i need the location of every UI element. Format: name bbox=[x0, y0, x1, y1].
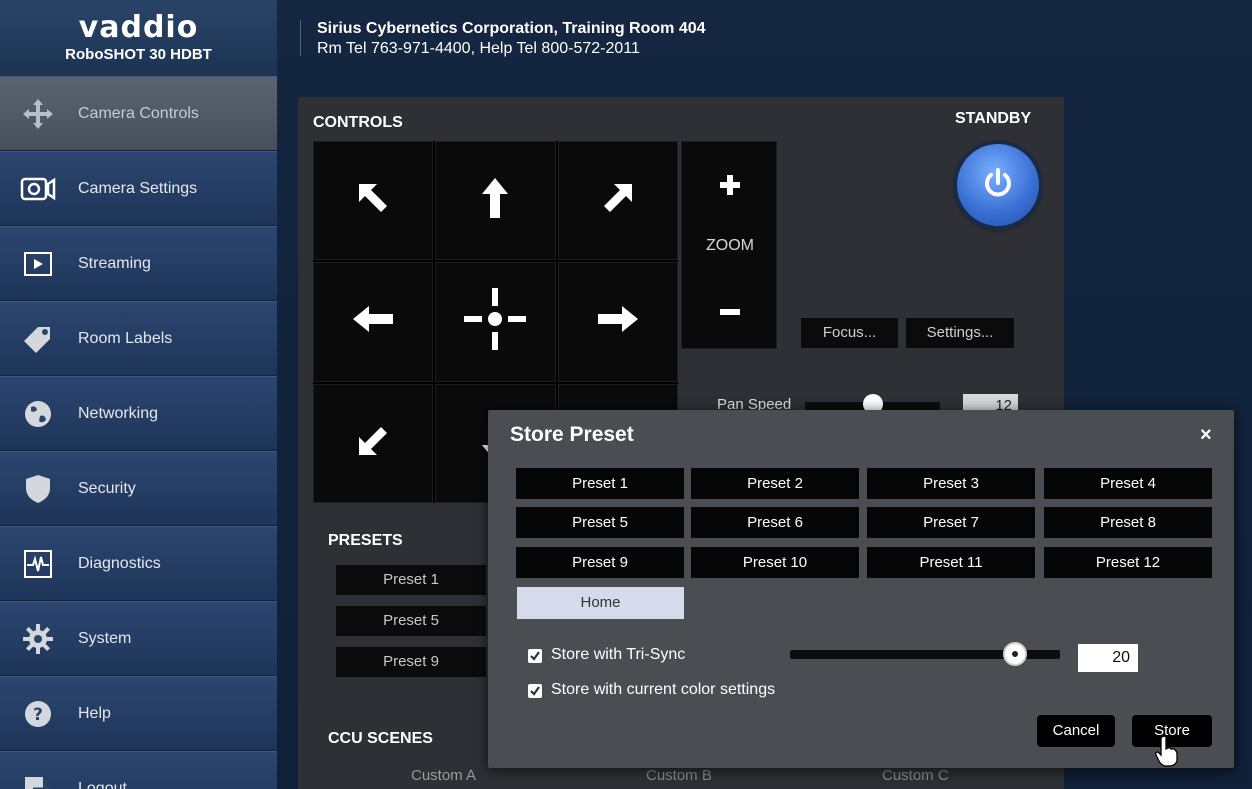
sidebar-item-label: Camera Settings bbox=[78, 179, 198, 197]
sidebar: vaddio RoboSHOT 30 HDBT Camera Controls … bbox=[0, 0, 277, 789]
ccu-custom-a[interactable]: Custom A bbox=[411, 767, 476, 784]
zoom-in-button[interactable] bbox=[682, 152, 778, 222]
sidebar-item-label: Networking bbox=[78, 404, 159, 422]
store-preset-6-button[interactable]: Preset 6 bbox=[691, 507, 859, 538]
pan-right-button[interactable] bbox=[557, 262, 678, 382]
tri-sync-checkbox[interactable] bbox=[528, 649, 542, 663]
sidebar-item-streaming[interactable]: Streaming bbox=[0, 226, 277, 301]
store-preset-1-button[interactable]: Preset 1 bbox=[516, 468, 684, 499]
room-phone-info: Rm Tel 763-971-4400, Help Tel 800-572-20… bbox=[317, 40, 640, 57]
focus-button[interactable]: Focus... bbox=[801, 318, 898, 348]
preset-5-button[interactable]: Preset 5 bbox=[336, 606, 486, 636]
ccu-scenes-title: CCU SCENES bbox=[328, 730, 433, 747]
play-icon bbox=[18, 246, 58, 282]
store-preset-11-button[interactable]: Preset 11 bbox=[867, 547, 1035, 578]
crosshair-icon bbox=[460, 284, 530, 359]
sidebar-item-camera-controls[interactable]: Camera Controls bbox=[0, 76, 277, 151]
cancel-button[interactable]: Cancel bbox=[1037, 715, 1115, 747]
sidebar-item-camera-settings[interactable]: Camera Settings bbox=[0, 151, 277, 226]
room-name: Sirius Cybernetics Corporation, Training… bbox=[317, 20, 706, 37]
arrow-up-right-icon bbox=[598, 178, 638, 223]
arrow-left-icon bbox=[351, 304, 395, 339]
store-preset-12-button[interactable]: Preset 12 bbox=[1044, 547, 1212, 578]
store-preset-9-button[interactable]: Preset 9 bbox=[516, 547, 684, 578]
standby-title: STANDBY bbox=[955, 110, 1032, 127]
logout-icon bbox=[18, 771, 58, 789]
store-home-button[interactable]: Home bbox=[517, 587, 684, 619]
zoom-control: ZOOM bbox=[681, 141, 777, 349]
store-preset-10-button[interactable]: Preset 10 bbox=[691, 547, 859, 578]
shield-icon bbox=[18, 471, 58, 507]
power-icon bbox=[980, 165, 1016, 206]
plus-icon bbox=[719, 174, 741, 201]
page-header: Sirius Cybernetics Corporation, Training… bbox=[300, 0, 1250, 76]
globe-icon bbox=[18, 396, 58, 432]
pan-up-left-button[interactable] bbox=[313, 141, 434, 261]
gear-icon bbox=[18, 621, 58, 657]
sidebar-item-label: Streaming bbox=[78, 254, 151, 272]
preset-1-button[interactable]: Preset 1 bbox=[336, 565, 486, 595]
move-arrows-icon bbox=[18, 96, 58, 132]
sidebar-item-help[interactable]: ? Help bbox=[0, 676, 277, 751]
arrow-down-left-icon bbox=[353, 421, 393, 466]
header-divider bbox=[300, 20, 301, 56]
pan-down-left-button[interactable] bbox=[313, 383, 434, 503]
help-icon: ? bbox=[18, 696, 58, 732]
tri-sync-speed-value[interactable]: 20 bbox=[1078, 644, 1138, 672]
pan-left-button[interactable] bbox=[313, 262, 434, 382]
svg-text:?: ? bbox=[33, 705, 43, 725]
pan-up-right-button[interactable] bbox=[557, 141, 678, 261]
presets-title: PRESETS bbox=[328, 532, 403, 549]
sidebar-item-logout[interactable]: Logout bbox=[0, 751, 277, 789]
sidebar-item-label: Room Labels bbox=[78, 329, 173, 347]
sidebar-item-label: Logout bbox=[78, 779, 127, 789]
sidebar-item-label: System bbox=[78, 629, 132, 647]
sidebar-item-label: Diagnostics bbox=[78, 554, 161, 572]
store-preset-5-button[interactable]: Preset 5 bbox=[516, 507, 684, 538]
minus-icon bbox=[719, 303, 741, 321]
sidebar-item-room-labels[interactable]: Room Labels bbox=[0, 301, 277, 376]
store-preset-dialog: Store Preset × Preset 1 Preset 2 Preset … bbox=[488, 410, 1234, 768]
dialog-title: Store Preset bbox=[510, 423, 634, 446]
sidebar-item-security[interactable]: Security bbox=[0, 451, 277, 526]
ccu-custom-b[interactable]: Custom B bbox=[646, 767, 712, 784]
brand-block: vaddio RoboSHOT 30 HDBT bbox=[0, 0, 277, 76]
tag-icon bbox=[18, 321, 58, 357]
store-preset-2-button[interactable]: Preset 2 bbox=[691, 468, 859, 499]
arrow-right-icon bbox=[596, 304, 640, 339]
camera-settings-button[interactable]: Settings... bbox=[906, 318, 1014, 348]
store-preset-4-button[interactable]: Preset 4 bbox=[1044, 468, 1212, 499]
close-icon[interactable]: × bbox=[1200, 424, 1212, 447]
zoom-out-button[interactable] bbox=[682, 282, 778, 342]
standby-power-button[interactable] bbox=[957, 144, 1039, 226]
sidebar-item-label: Camera Controls bbox=[78, 104, 199, 122]
color-settings-label: Store with current color settings bbox=[551, 681, 776, 698]
home-center-button[interactable] bbox=[435, 262, 556, 382]
preset-9-button[interactable]: Preset 9 bbox=[336, 647, 486, 677]
zoom-label: ZOOM bbox=[706, 237, 754, 254]
ccu-custom-c[interactable]: Custom C bbox=[882, 767, 949, 784]
store-preset-8-button[interactable]: Preset 8 bbox=[1044, 507, 1212, 538]
sidebar-item-label: Security bbox=[78, 479, 136, 497]
store-preset-3-button[interactable]: Preset 3 bbox=[867, 468, 1035, 499]
vaddio-logo: vaddio bbox=[78, 10, 199, 45]
color-settings-checkbox[interactable] bbox=[528, 684, 542, 698]
controls-title: CONTROLS bbox=[313, 114, 403, 131]
tilt-up-button[interactable] bbox=[435, 141, 556, 261]
sidebar-item-networking[interactable]: Networking bbox=[0, 376, 277, 451]
sidebar-item-system[interactable]: System bbox=[0, 601, 277, 676]
arrow-up-left-icon bbox=[353, 178, 393, 223]
pulse-icon bbox=[18, 546, 58, 582]
sidebar-item-label: Help bbox=[78, 704, 111, 722]
tri-sync-label: Store with Tri-Sync bbox=[551, 646, 686, 663]
camera-model-label: RoboSHOT 30 HDBT bbox=[65, 46, 212, 63]
camera-icon bbox=[18, 171, 58, 207]
tri-sync-speed-thumb[interactable] bbox=[1003, 642, 1027, 666]
sidebar-item-diagnostics[interactable]: Diagnostics bbox=[0, 526, 277, 601]
store-preset-7-button[interactable]: Preset 7 bbox=[867, 507, 1035, 538]
hand-cursor-icon bbox=[1154, 735, 1178, 772]
arrow-up-icon bbox=[480, 176, 510, 225]
